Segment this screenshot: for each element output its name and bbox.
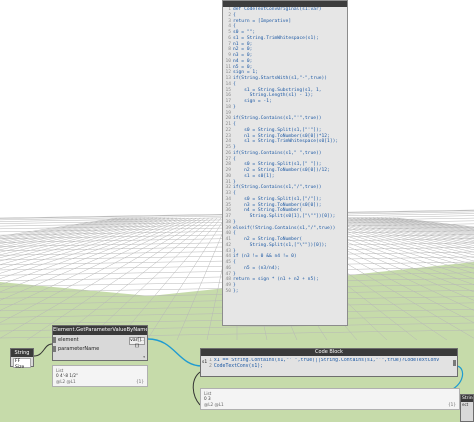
code-text[interactable]: } — [233, 105, 236, 110]
code-text[interactable]: n2 = String.ToNumber( — [233, 237, 302, 242]
code-text[interactable]: s1 = String.TrimWhitespace(s0[1]); — [233, 139, 338, 144]
watch-levels: @L2 @L1 — [204, 402, 224, 407]
code-text[interactable]: n5 = (n3/n4); — [233, 266, 280, 271]
port-label: element — [58, 337, 79, 343]
code-text[interactable]: n1 = String.ToNumber(s0[0])*12; — [233, 134, 330, 139]
code-text[interactable]: } — [233, 145, 236, 150]
code-text[interactable]: sign = 1; — [233, 70, 258, 75]
code-text[interactable]: if(String.Contains(s1," ",true)) — [233, 151, 322, 156]
code-text[interactable]: { — [233, 24, 236, 29]
output-port[interactable] — [453, 360, 456, 366]
code-block-editor[interactable]: 1 x1 == String.Contains(s1,"' ",true)||St… — [209, 358, 455, 370]
code-text[interactable]: String.Split(s0[1],["\""])[0]); — [233, 214, 336, 219]
code-text[interactable]: { — [233, 13, 236, 18]
input-port-s1[interactable]: s1 — [202, 360, 207, 365]
code-text[interactable]: { — [233, 157, 236, 162]
input-port-icon[interactable] — [53, 345, 56, 352]
code-text[interactable]: { — [233, 122, 236, 127]
code-text[interactable]: n5 = 0; — [233, 65, 252, 70]
node-title: String — [461, 395, 473, 402]
code-text[interactable]: n3 = String.ToNumber(s0[0]); — [233, 203, 321, 208]
preview-bubble[interactable]: List 0 4'-8 1/2" @L2 @L1 {1} — [52, 365, 148, 387]
code-text[interactable]: if(String.Contains(s1,"/",true)) — [233, 185, 322, 190]
code-text[interactable]: { — [233, 231, 236, 236]
watch-value: 0 3 — [204, 396, 211, 401]
code-text[interactable]: if (n3 != 0 && n4 != 0) — [233, 254, 297, 259]
node-title: String — [11, 349, 33, 357]
code-text[interactable]: { — [233, 191, 236, 196]
line-number: 50 — [225, 288, 231, 294]
code-text[interactable]: s1 = String.TrimWhitespace(s1); — [233, 36, 319, 41]
code-text[interactable]: return = sign * (n1 + n2 + n5); — [233, 277, 319, 282]
get-parameter-value-node[interactable]: Element.GetParameterValueByName element … — [52, 325, 148, 361]
code-text[interactable]: n3 = 0; — [233, 53, 252, 58]
code-text[interactable]: } — [233, 272, 236, 277]
string-input[interactable]: FF Size — [13, 358, 31, 370]
code-text[interactable]: String.Length(s1) - 1); — [233, 93, 314, 98]
code-text[interactable]: } — [233, 220, 236, 225]
watch-levels: @L2 @L1 — [56, 379, 76, 384]
watch-count: {1} — [136, 379, 144, 384]
code-text[interactable]: x1 == String.Contains(s1,"' ",true)||Str… — [214, 358, 439, 363]
code-text[interactable]: sign = -1; — [233, 99, 272, 104]
code-text[interactable]: if(String.StartsWith(s1,"-",true)) — [233, 76, 327, 81]
code-line[interactable]: 24 s1 = String.TrimWhitespace(s0[1]); — [223, 139, 347, 145]
code-editor[interactable]: 1 def CodeTextConv0riginal(s1:var) 2{3 retu… — [223, 7, 347, 325]
preview-bubble-code-block[interactable]: List 0 3 @L2 @L1 {1} — [200, 388, 460, 410]
node-title: Element.GetParameterValueByName — [53, 326, 147, 335]
code-text[interactable]: if(String.Contains(s1,"'",true)) — [233, 116, 322, 121]
line-number: 2 — [209, 364, 212, 369]
code-text[interactable]: s0 = String.Split(s1,["'"]); — [233, 128, 321, 133]
line-number: 1 — [209, 358, 212, 363]
string-node[interactable]: String FF Size — [10, 348, 34, 370]
code-line[interactable]: 37 String.Split(s0[1],["\""])[0]); — [223, 214, 347, 220]
watch-count: {1} — [448, 402, 456, 407]
code-text[interactable]: String.Split(s1,["\""])[0]); — [233, 243, 327, 248]
code-text[interactable]: n1 = 0; — [233, 42, 252, 47]
output-port[interactable]: var[]..[] — [129, 337, 145, 349]
code-line[interactable]: 50}; — [223, 289, 347, 295]
code-text[interactable]: s0 = ""; — [233, 30, 255, 35]
code-text[interactable]: } — [233, 283, 236, 288]
code-text[interactable]: } — [233, 180, 236, 185]
code-text[interactable]: { — [233, 82, 236, 87]
port-element[interactable]: element — [53, 336, 79, 344]
string-node-right[interactable]: String ect — [460, 394, 474, 422]
code-text[interactable]: s0 = String.Split(s1,[" "]); — [233, 162, 321, 167]
code-text[interactable]: n2 = 0; — [233, 47, 252, 52]
code-text[interactable]: s0 = String.Split(s1,["/"]); — [233, 197, 321, 202]
code-text[interactable]: n2 = String.ToNumber(s0[0])/12; — [233, 168, 330, 173]
code-line[interactable]: 2 CodeTextConv(s1); — [209, 364, 455, 370]
input-port-icon[interactable] — [53, 336, 56, 343]
pin-icon[interactable]: ▾ — [143, 355, 145, 359]
code-text[interactable]: s1 = String.Substring(s1, 1, — [233, 88, 321, 93]
code-text[interactable]: CodeTextConv(s1); — [214, 364, 263, 369]
code-text[interactable]: elseif(!String.Contains(s1,"/",true)) — [233, 226, 335, 231]
code-block-node[interactable]: Code Block s1 1 x1 == String.Contains(s1,… — [200, 348, 458, 377]
port-label: parameterName — [58, 346, 100, 352]
code-text[interactable]: }; — [233, 289, 239, 294]
code-line[interactable]: 39 elseif(!String.Contains(s1,"/",true)) — [223, 226, 347, 232]
port-parameter-name[interactable]: parameterName — [53, 345, 99, 353]
watch-value: 0 4'-8 1/2" — [56, 373, 78, 378]
code-text[interactable]: s1 = s0[1]; — [233, 174, 274, 179]
node-subtext: ect — [462, 402, 469, 407]
code-text[interactable]: { — [233, 260, 236, 265]
code-block-node-main[interactable]: 1 def CodeTextConv0riginal(s1:var) 2{3 retu… — [222, 0, 348, 326]
node-title: Code Block — [201, 349, 457, 356]
code-text[interactable]: return = [Imperative] — [233, 19, 291, 24]
code-text[interactable]: n4 = 0; — [233, 59, 252, 64]
code-text[interactable]: } — [233, 249, 236, 254]
code-text[interactable]: n4 = String.ToNumber( — [233, 208, 302, 213]
code-text[interactable]: def CodeTextConv0riginal(s1:var) — [233, 7, 322, 12]
